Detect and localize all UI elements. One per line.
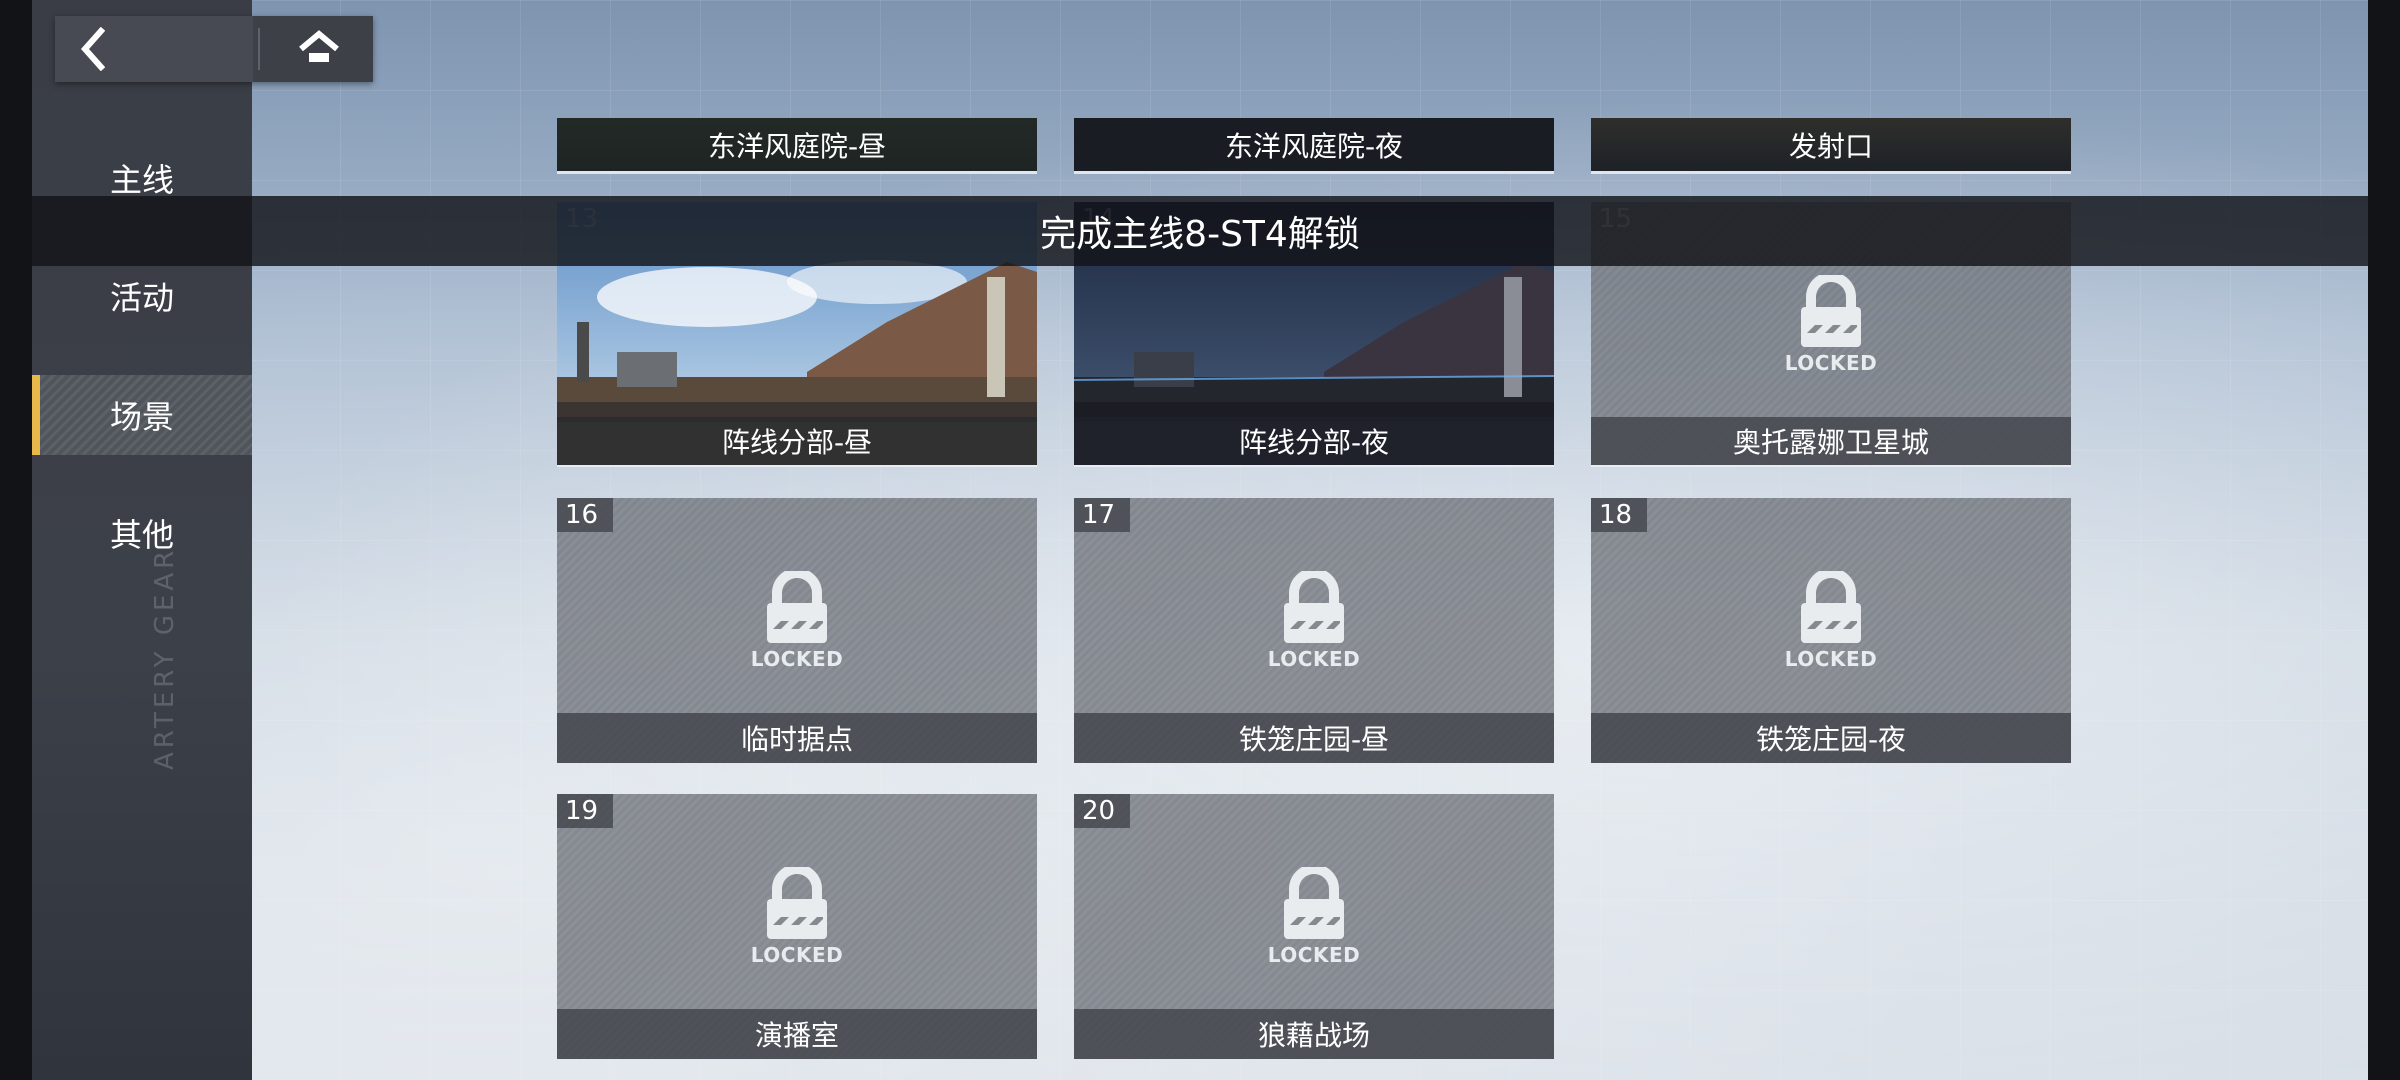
nav-divider [258,28,260,70]
scene-title: 狼藉战场 [1074,1009,1554,1059]
scene-title: 东洋风庭院-昼 [557,118,1037,174]
sidebar-item-other[interactable]: 其他 [32,493,252,573]
scene-card-18[interactable]: 18 LOCKED 铁笼庄园-夜 [1591,498,2071,763]
scene-card-19[interactable]: 19 LOCKED 演播室 [557,794,1037,1059]
scene-card[interactable]: 东洋风庭院-夜 [1074,118,1554,174]
lock-icon: LOCKED [1264,568,1364,676]
scene-card-17[interactable]: 17 LOCKED 铁笼庄园-昼 [1074,498,1554,763]
scene-title: 铁笼庄园-昼 [1074,713,1554,763]
scene-title: 铁笼庄园-夜 [1591,713,2071,763]
locked-label: LOCKED [750,943,844,967]
home-icon [298,30,339,62]
top-nav-bar [55,16,373,82]
scene-title: 临时据点 [557,713,1037,763]
locked-label: LOCKED [1267,647,1361,671]
scene-title: 发射口 [1591,118,2071,174]
lock-icon: LOCKED [1781,272,1881,380]
back-button[interactable] [55,16,253,82]
scene-card[interactable]: 东洋风庭院-昼 [557,118,1037,174]
sidebar-item-events[interactable]: 活动 [32,256,252,336]
scene-number: 20 [1074,794,1130,828]
locked-label: LOCKED [1267,943,1361,967]
scene-title: 演播室 [557,1009,1037,1059]
lock-icon: LOCKED [747,864,847,972]
scene-card-20[interactable]: 20 LOCKED 狼藉战场 [1074,794,1554,1059]
locked-label: LOCKED [750,647,844,671]
lock-icon: LOCKED [1264,864,1364,972]
lock-icon: LOCKED [1781,568,1881,676]
lock-icon: LOCKED [747,568,847,676]
home-button[interactable] [264,16,373,82]
scene-title: 东洋风庭院-夜 [1074,118,1554,174]
scene-number: 16 [557,498,613,532]
left-bezel [0,0,32,1080]
scene-card[interactable]: 发射口 [1591,118,2071,174]
scene-number: 19 [557,794,613,828]
unlock-hint-toast: 完成主线8-ST4解锁 [32,196,2368,266]
watermark-text: ARTERY GEAR [150,546,180,770]
right-bezel [2368,0,2400,1080]
scene-title: 奥托露娜卫星城 [1591,417,2071,467]
locked-label: LOCKED [1784,647,1878,671]
chevron-left-icon [80,27,105,71]
locked-label: LOCKED [1784,351,1878,375]
scene-title: 阵线分部-昼 [557,417,1037,467]
scene-number: 18 [1591,498,1647,532]
scene-card-16[interactable]: 16 LOCKED 临时据点 [557,498,1037,763]
sidebar-item-scenes[interactable]: 场景 [32,375,252,455]
scene-title: 阵线分部-夜 [1074,417,1554,467]
scene-number: 17 [1074,498,1130,532]
